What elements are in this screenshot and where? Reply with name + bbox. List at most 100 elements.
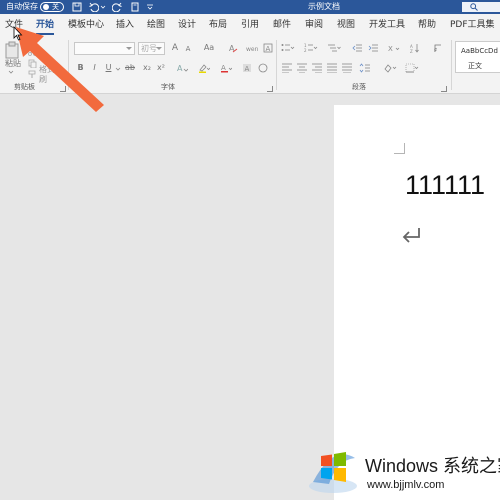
clear-formatting-icon[interactable]: A — [228, 43, 238, 53]
chinese-layout-icon[interactable]: X — [388, 43, 400, 53]
superscript-button[interactable]: x² — [156, 63, 166, 73]
margin-corner-mark — [394, 143, 405, 154]
tab-mailings[interactable]: 邮件 — [273, 20, 291, 31]
svg-text:A: A — [177, 64, 183, 73]
show-marks-icon[interactable]: ⸗ — [432, 43, 444, 53]
svg-text:X: X — [388, 45, 393, 53]
decrease-indent-icon[interactable] — [352, 43, 362, 53]
tab-developer[interactable]: 开发工具 — [369, 20, 405, 31]
subscript-button[interactable]: x₂ — [142, 63, 152, 73]
italic-button[interactable]: I — [90, 63, 99, 73]
shrink-font-button[interactable]: A — [183, 44, 193, 54]
group-divider — [276, 40, 277, 90]
cut-icon[interactable] — [27, 46, 37, 56]
font-size-value: 初号 — [141, 44, 157, 53]
document-text[interactable]: 111111 — [405, 169, 485, 201]
tab-help[interactable]: 帮助 — [418, 20, 436, 31]
group-divider — [68, 40, 69, 90]
touch-mode-icon[interactable] — [129, 1, 140, 12]
svg-text:A: A — [221, 64, 226, 72]
line-spacing-icon[interactable] — [359, 63, 373, 73]
title-bar: 自动保存 关 示例文档 — [0, 0, 500, 14]
paste-chevron-icon[interactable] — [8, 69, 14, 75]
font-size-dropdown[interactable]: 初号 — [138, 42, 165, 55]
paste-button[interactable] — [3, 40, 21, 60]
tab-pdf-tools[interactable]: PDF工具集 — [450, 20, 495, 31]
svg-text:A: A — [245, 65, 250, 73]
bullets-icon[interactable] — [281, 43, 295, 53]
tab-layout[interactable]: 布局 — [209, 20, 227, 31]
svg-text:Z: Z — [410, 49, 413, 53]
style-sample-text: AaBbCcDd — [461, 47, 498, 55]
borders-icon[interactable] — [405, 63, 419, 73]
format-painter-label[interactable]: 格式刷 — [39, 65, 61, 84]
increase-indent-icon[interactable] — [368, 43, 378, 53]
redo-icon[interactable] — [111, 1, 122, 12]
watermark-title: Windows 系统之家 — [365, 456, 500, 476]
phonetic-guide-icon[interactable]: wen — [246, 43, 258, 53]
justify-icon[interactable] — [327, 63, 337, 73]
watermark-url: www.bjjmlv.com — [367, 479, 445, 491]
align-left-icon[interactable] — [282, 63, 292, 73]
chevron-down-icon[interactable] — [115, 66, 121, 72]
format-painter-icon[interactable] — [28, 70, 37, 79]
autosave-toggle[interactable]: 关 — [40, 2, 64, 12]
underline-button[interactable]: U — [104, 63, 113, 73]
tab-view[interactable]: 视图 — [337, 20, 355, 31]
toggle-knob — [43, 4, 49, 10]
paste-label: 粘贴 — [5, 59, 21, 68]
font-name-dropdown[interactable] — [74, 42, 135, 55]
align-center-icon[interactable] — [297, 63, 307, 73]
tab-design[interactable]: 设计 — [178, 20, 196, 31]
autosave-label: 自动保存 — [6, 2, 38, 11]
distributed-icon[interactable] — [342, 63, 352, 73]
paragraph-launcher-icon[interactable] — [441, 86, 447, 92]
tab-home[interactable]: 开始 — [36, 20, 55, 35]
ribbon: 粘贴 格式刷 剪贴板 初号 A A Aa A wen A B I U ab x₂… — [0, 37, 500, 94]
svg-text:A: A — [266, 45, 271, 53]
windows-logo-icon — [309, 452, 357, 493]
document-title: 示例文档 — [308, 2, 340, 11]
change-case-button[interactable]: Aa — [203, 43, 215, 53]
highlight-icon[interactable] — [198, 63, 210, 73]
svg-text:2: 2 — [304, 48, 307, 53]
search-box[interactable] — [462, 2, 500, 12]
tab-insert[interactable]: 插入 — [116, 20, 134, 31]
clipboard-launcher-icon[interactable] — [60, 86, 66, 92]
tab-template-center[interactable]: 模板中心 — [68, 20, 104, 31]
tab-file[interactable]: 文件 — [5, 20, 23, 31]
tab-draw[interactable]: 绘图 — [147, 20, 165, 31]
grow-font-button[interactable]: A — [170, 43, 180, 53]
multilevel-list-icon[interactable] — [327, 43, 341, 53]
paragraph-mark-icon — [402, 227, 422, 247]
text-effects-icon[interactable]: A — [176, 63, 188, 73]
search-icon — [470, 3, 478, 11]
svg-text:wen: wen — [246, 46, 258, 53]
character-shading-icon[interactable]: A — [242, 63, 252, 73]
chevron-down-icon — [126, 47, 132, 50]
style-name: 正文 — [468, 62, 482, 70]
shading-icon[interactable] — [383, 63, 397, 73]
font-launcher-icon[interactable] — [267, 86, 273, 92]
enclose-characters-icon[interactable] — [258, 63, 268, 73]
tab-review[interactable]: 审阅 — [305, 20, 323, 31]
group-divider — [451, 40, 452, 90]
sort-icon[interactable]: AZ — [410, 43, 422, 53]
customize-toolbar-icon[interactable] — [144, 1, 155, 12]
watermark-brand-cn: 系统之家 — [443, 456, 500, 476]
watermark: Windows 系统之家 www.bjjmlv.com — [305, 440, 500, 496]
autosave-state: 关 — [52, 3, 59, 11]
font-color-icon[interactable]: A — [220, 63, 232, 73]
save-icon[interactable] — [71, 1, 82, 12]
numbering-icon[interactable]: 12 — [304, 43, 318, 53]
character-border-icon[interactable]: A — [263, 43, 273, 53]
align-right-icon[interactable] — [312, 63, 322, 73]
chevron-down-icon[interactable] — [97, 1, 108, 12]
strikethrough-button[interactable]: ab — [124, 63, 136, 73]
copy-icon[interactable] — [27, 58, 37, 68]
tab-references[interactable]: 引用 — [241, 20, 259, 31]
clipboard-group-label: 剪贴板 — [14, 83, 35, 91]
font-group-label: 字体 — [161, 83, 175, 91]
bold-button[interactable]: B — [76, 63, 85, 73]
style-normal[interactable]: AaBbCcDd 正文 — [455, 41, 500, 73]
